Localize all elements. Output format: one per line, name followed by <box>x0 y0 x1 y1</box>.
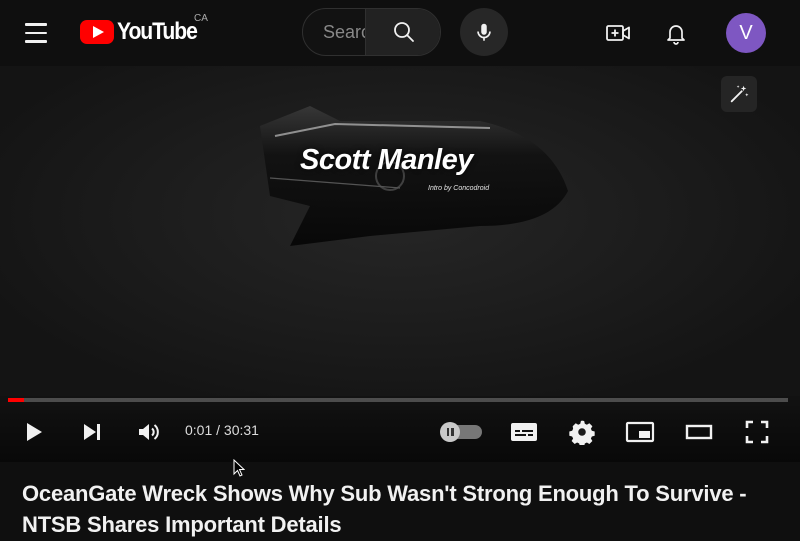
play-icon <box>27 423 42 441</box>
bell-icon <box>667 25 685 45</box>
search-icon <box>394 22 414 42</box>
miniplayer-icon <box>625 421 655 443</box>
avatar[interactable]: V <box>726 13 766 53</box>
voice-search-button[interactable] <box>460 8 508 56</box>
microphone-icon <box>477 23 491 41</box>
play-button[interactable] <box>14 414 54 450</box>
search-input[interactable] <box>303 9 365 55</box>
notifications-button[interactable] <box>656 13 696 53</box>
search-button[interactable] <box>365 9 440 55</box>
progress-bar[interactable] <box>8 398 788 402</box>
fullscreen-icon <box>745 420 769 444</box>
player-controls: 0:01 / 30:31 <box>0 396 800 462</box>
rocket-silhouette-image <box>260 106 568 246</box>
intro-title: Scott Manley <box>300 144 473 176</box>
region-code: CA <box>194 13 208 24</box>
top-bar: YouTube CA V <box>0 0 800 66</box>
youtube-play-logo-icon <box>80 20 114 44</box>
theater-mode-icon <box>685 424 713 440</box>
progress-played <box>8 398 24 402</box>
create-button[interactable] <box>598 13 638 53</box>
gear-icon <box>569 420 595 445</box>
search-box <box>302 8 441 56</box>
skip-next-icon <box>84 424 100 440</box>
video-title: OceanGate Wreck Shows Why Sub Wasn't Str… <box>22 481 747 537</box>
subtitles-icon <box>511 423 537 441</box>
intro-credit: Intro by Concodroid <box>428 185 490 192</box>
menu-icon[interactable] <box>16 16 56 50</box>
youtube-logo[interactable]: YouTube <box>80 18 208 46</box>
logo-text: YouTube <box>117 18 198 45</box>
next-button[interactable] <box>72 414 112 450</box>
enhance-button[interactable] <box>721 76 757 112</box>
theater-mode-button[interactable] <box>679 414 719 450</box>
magic-wand-icon <box>730 85 749 103</box>
volume-icon <box>139 424 159 440</box>
video-camera-plus-icon <box>606 25 630 41</box>
pause-icon <box>440 422 460 442</box>
video-player[interactable]: Scott Manley Intro by Concodroid 0:01 / … <box>0 66 800 462</box>
autoplay-toggle[interactable] <box>440 422 482 442</box>
fullscreen-button[interactable] <box>737 414 777 450</box>
settings-button[interactable] <box>562 414 602 450</box>
miniplayer-button[interactable] <box>620 414 660 450</box>
time-display: 0:01 / 30:31 <box>185 422 259 438</box>
video-frame[interactable]: Scott Manley Intro by Concodroid <box>0 66 800 396</box>
subtitles-button[interactable] <box>504 414 544 450</box>
mouse-cursor-icon <box>233 459 245 477</box>
volume-button[interactable] <box>129 414 169 450</box>
